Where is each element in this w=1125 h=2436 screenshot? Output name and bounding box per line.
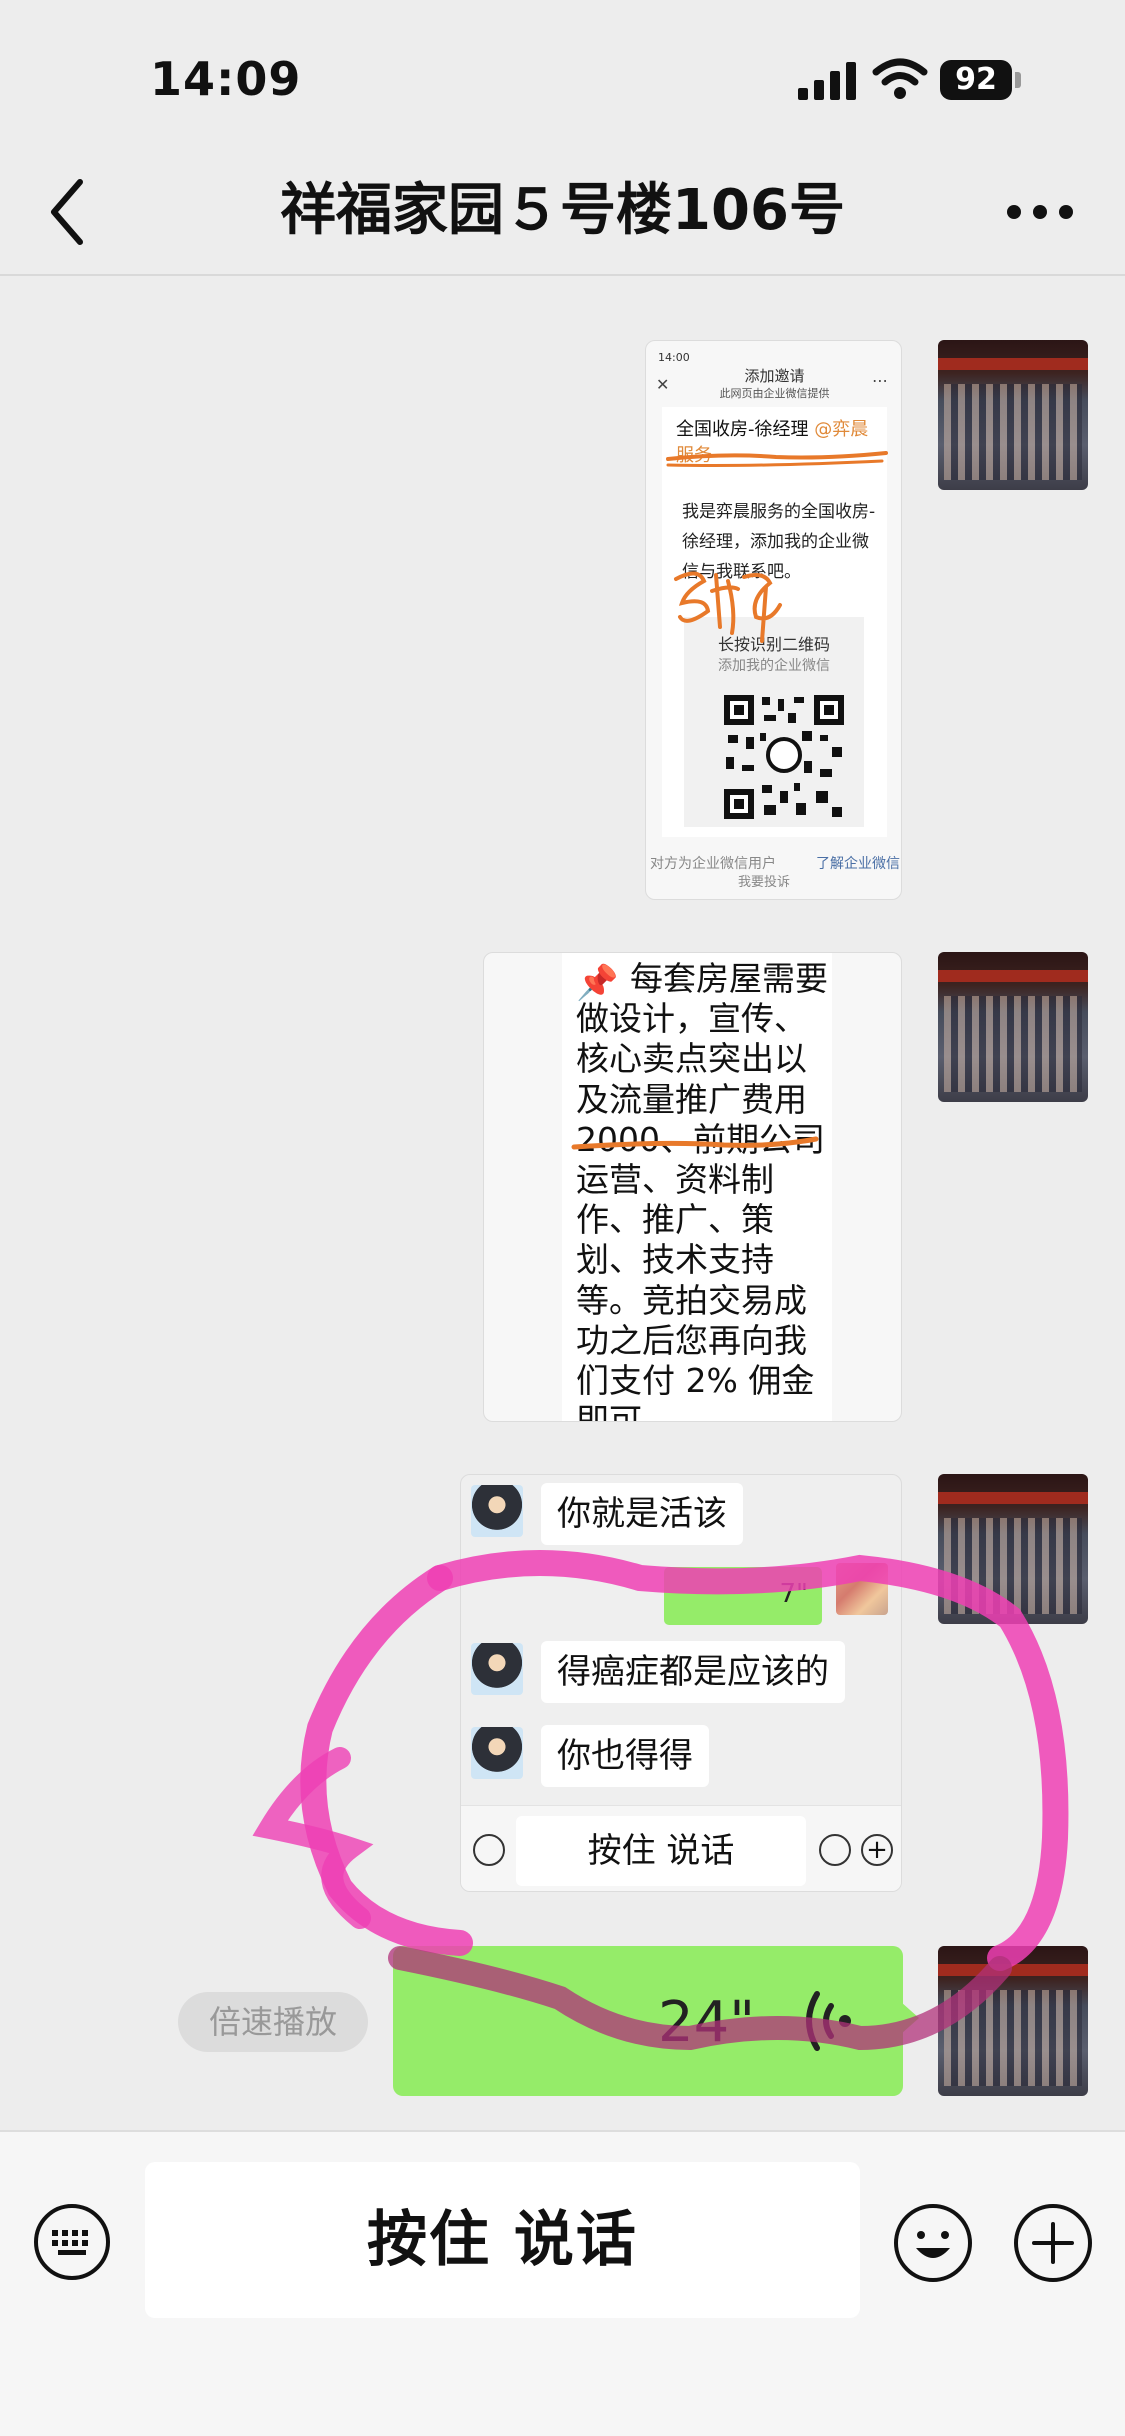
cellular-signal-icon — [798, 62, 856, 100]
image-message-qr-card[interactable]: 14:00 ✕ 添加邀请 此网页由企业微信提供 ⋯ 全国收房-徐经理 @弈晨服务… — [645, 340, 902, 900]
screenshot-input-bar: 按住 说话 + — [461, 1805, 901, 1891]
keyboard-icon — [473, 1834, 505, 1866]
voice-wave-icon — [806, 1991, 851, 2051]
screenshot-title: 添加邀请 — [744, 367, 805, 385]
avatar — [471, 1485, 523, 1537]
input-bar: 按住 说话 — [0, 2130, 1125, 2436]
contact-name: 全国收房-徐经理 @弈晨服务 — [676, 417, 876, 469]
back-arrow-icon[interactable] — [40, 172, 100, 252]
plus-icon: + — [861, 1834, 893, 1866]
report-text: 我要投诉 — [738, 875, 791, 890]
qr-title: 长按识别二维码 — [717, 635, 830, 654]
screenshot-time: 14:00 — [658, 351, 690, 364]
voice-duration: 7" — [779, 1579, 808, 1609]
footer-link: 了解企业微信 — [816, 856, 900, 872]
image-message-chat-screenshot[interactable]: 你就是活该 7" 得癌症都是应该的 你也得得 按住 说话 + — [460, 1474, 902, 1892]
avatar — [471, 1727, 523, 1779]
screenshot-message-bubble: 你就是活该 — [541, 1483, 743, 1545]
image-message-text[interactable]: 📌 每套房屋需要做设计，宣传、核心卖点突出以及流量推广费用 2000、前期公司运… — [483, 952, 902, 1422]
bubble-tail — [901, 2002, 919, 2034]
message-list[interactable]: 14:00 ✕ 添加邀请 此网页由企业微信提供 ⋯ 全国收房-徐经理 @弈晨服务… — [0, 278, 1125, 2128]
sender-avatar[interactable] — [938, 340, 1088, 490]
sender-avatar[interactable] — [938, 952, 1088, 1102]
status-bar: 14:09 92 — [0, 0, 1125, 150]
hold-to-talk-button[interactable]: 按住 说话 — [145, 2162, 860, 2318]
keyboard-icon[interactable] — [32, 2202, 112, 2282]
hold-to-talk-label: 按住 说话 — [516, 1816, 806, 1886]
playback-speed-button[interactable]: 倍速播放 — [178, 1992, 368, 2052]
sender-avatar[interactable] — [938, 1474, 1088, 1624]
avatar — [836, 1563, 888, 1615]
screenshot-message-bubble: 你也得得 — [541, 1725, 709, 1787]
screenshot-message-bubble: 得癌症都是应该的 — [541, 1641, 845, 1703]
orange-underline — [571, 1136, 819, 1150]
avatar — [471, 1643, 523, 1695]
screenshot-subtitle: 此网页由企业微信提供 — [719, 387, 830, 400]
more-icon: ⋯ — [872, 371, 888, 390]
footer-left-text: 对方为企业微信用户 — [650, 856, 776, 872]
contact-name-text: 全国收房-徐经理 — [676, 419, 809, 440]
more-options-icon[interactable] — [1000, 182, 1080, 242]
sender-avatar[interactable] — [938, 1946, 1088, 2096]
wifi-icon — [872, 58, 928, 99]
status-time: 14:09 — [150, 52, 302, 106]
emoji-icon[interactable] — [892, 2202, 974, 2284]
voice-bubble: 7" — [664, 1567, 822, 1625]
chat-header: 祥福家园５号楼106号 — [0, 150, 1125, 276]
contact-description: 我是弈晨服务的全国收房-徐经理，添加我的企业微信与我联系吧。 — [682, 502, 876, 582]
qr-code-box: 长按识别二维码 添加我的企业微信 — [684, 617, 864, 827]
chat-title: 祥福家园５号楼106号 — [280, 178, 845, 243]
plus-icon[interactable] — [1012, 2202, 1094, 2284]
qr-code-icon — [724, 695, 844, 819]
qr-subtitle: 添加我的企业微信 — [718, 658, 830, 674]
voice-message[interactable]: 24" — [393, 1946, 919, 2096]
battery-indicator: 92 — [940, 60, 1012, 100]
contact-card: 全国收房-徐经理 @弈晨服务 我是弈晨服务的全国收房-徐经理，添加我的企业微信与… — [662, 407, 887, 837]
battery-cap — [1015, 72, 1021, 88]
emoji-icon — [819, 1834, 851, 1866]
voice-duration: 24" — [657, 1990, 755, 2055]
